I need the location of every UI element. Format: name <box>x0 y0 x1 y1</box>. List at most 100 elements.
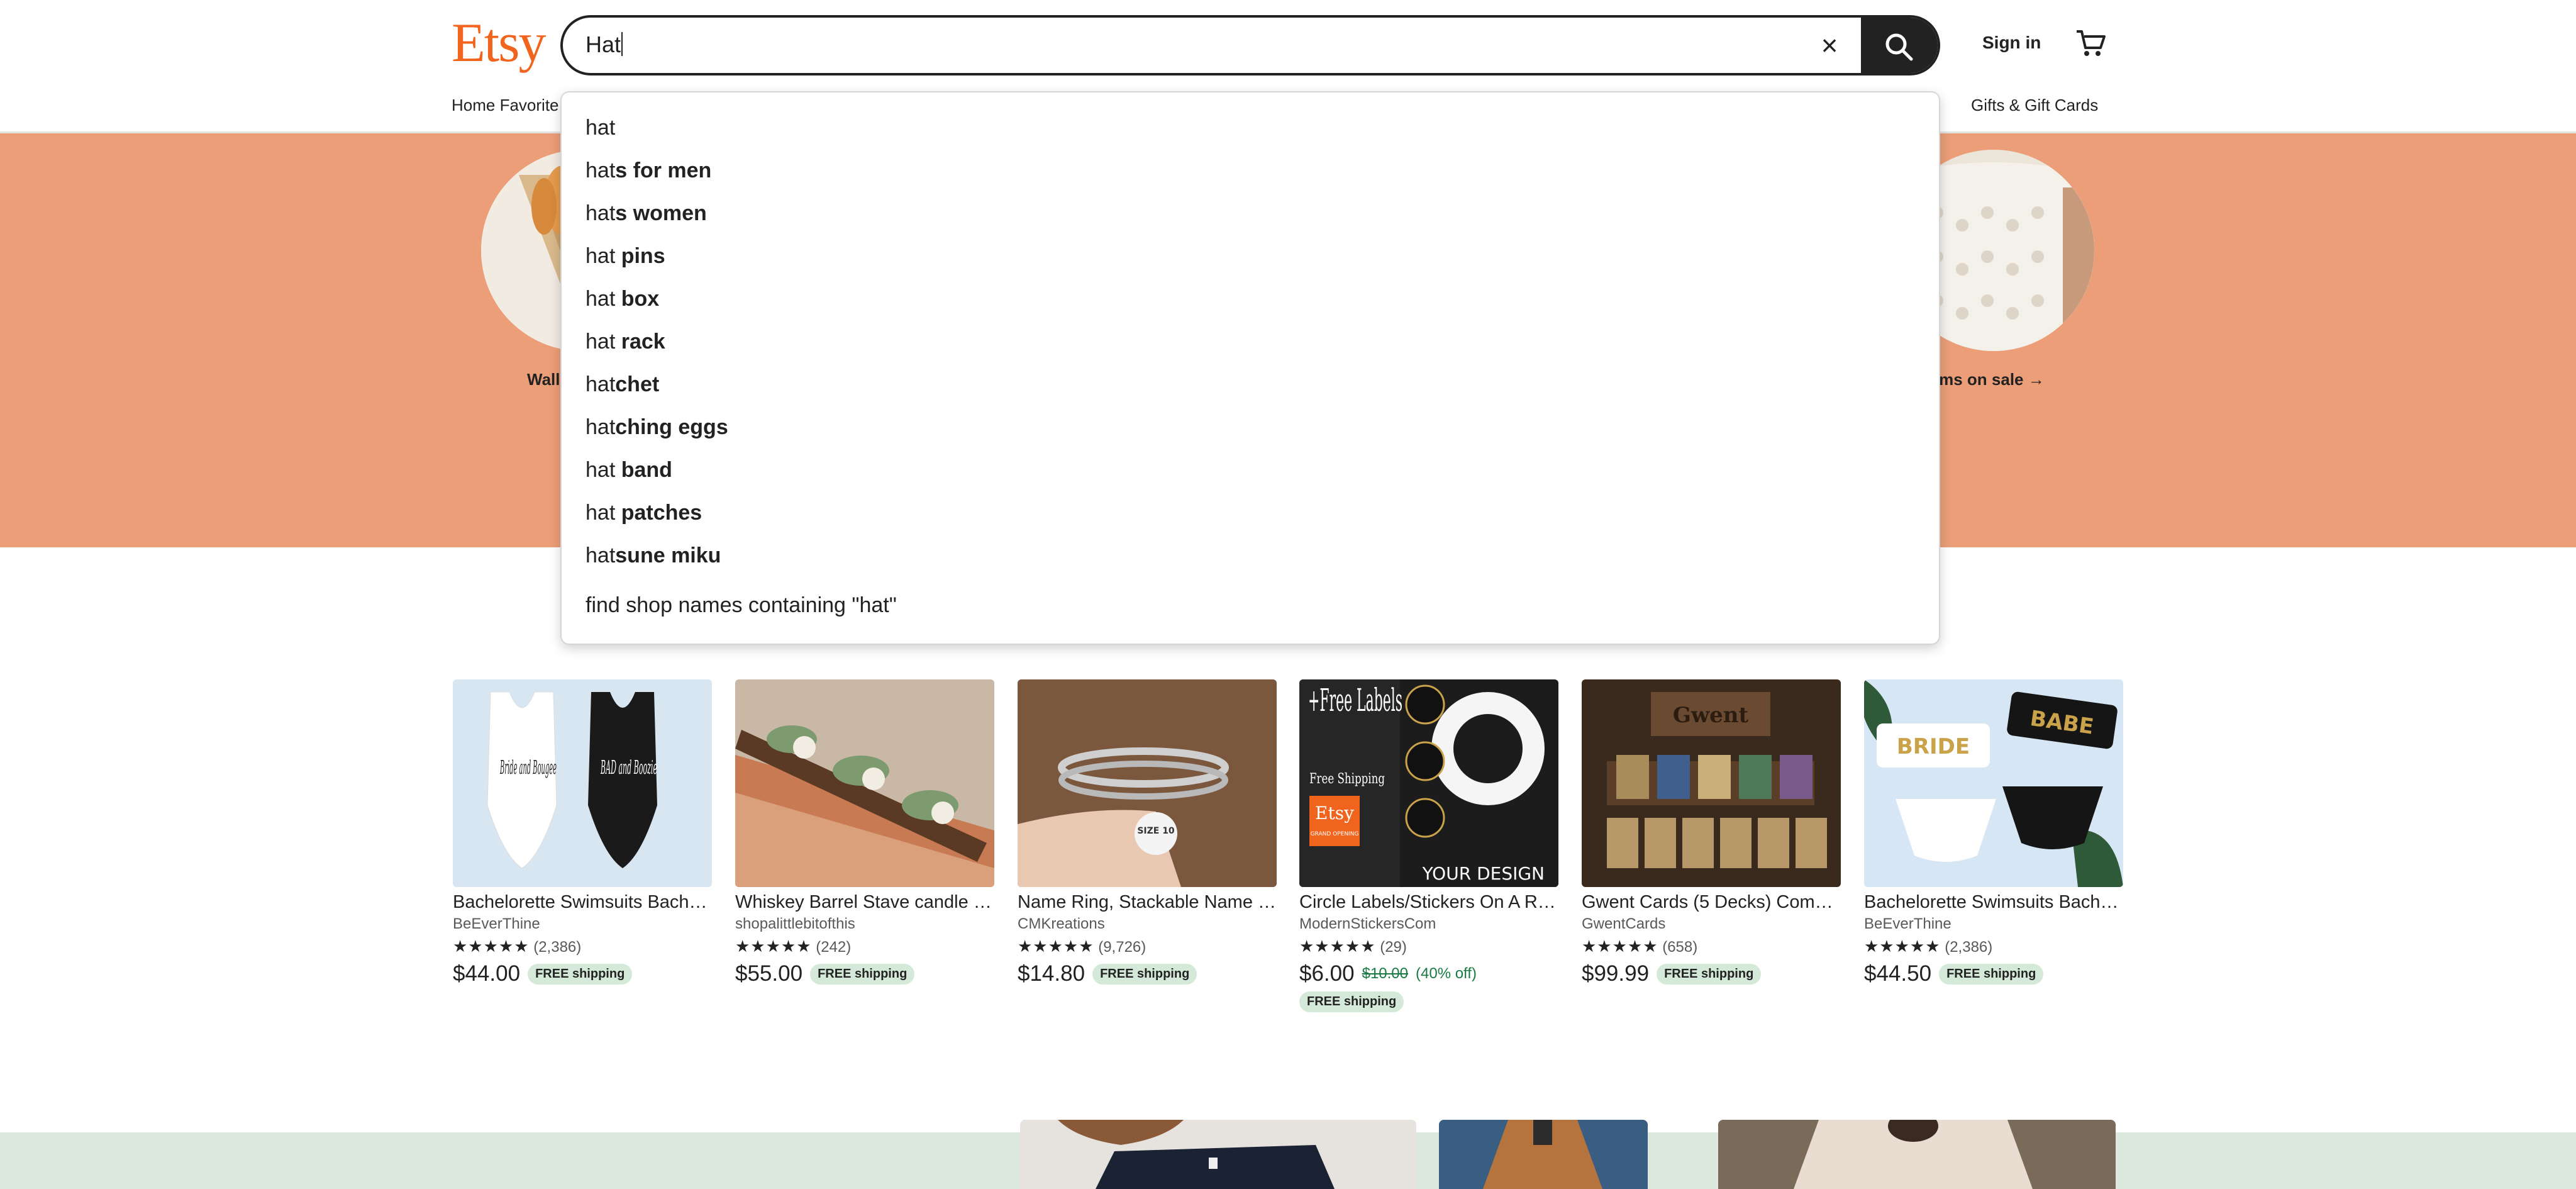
search-button[interactable] <box>1861 18 1938 73</box>
suggestion-item[interactable]: hatchet <box>586 372 659 397</box>
product-shop[interactable]: ModernStickersCom <box>1299 915 1558 933</box>
star-icons: ★★★★★ <box>1299 937 1376 956</box>
suggestion-completion: box <box>621 287 660 311</box>
search-input[interactable]: Hat <box>586 31 623 58</box>
suggestion-item[interactable]: hatching eggs <box>586 415 728 440</box>
product-card[interactable]: BRIDE BABE Bachelorette Swimsuits Bach… … <box>1864 679 2123 986</box>
sign-in-link[interactable]: Sign in <box>1982 33 2041 53</box>
suggestion-item[interactable]: hats women <box>586 201 707 226</box>
suggestion-item[interactable]: hat patches <box>586 501 702 525</box>
free-shipping-badge: FREE shipping <box>1939 963 2044 985</box>
arrow-right-icon: → <box>2028 370 2045 389</box>
suggestion-prefix: hat <box>586 244 621 268</box>
product-shop[interactable]: shopalittlebitofthis <box>735 915 994 933</box>
suggestion-prefix: hat <box>586 415 616 439</box>
circle-labels-picture: +Free Labels Free Shipping Etsy GRAND OP… <box>1299 679 1558 887</box>
product-card[interactable]: Whiskey Barrel Stave candle … shopalittl… <box>735 679 994 986</box>
text-caret <box>621 32 623 56</box>
discount-percent: (40% off) <box>1416 965 1477 982</box>
product-image[interactable]: SIZE 10 <box>1018 679 1277 887</box>
suggestion-item[interactable]: hat band <box>586 458 672 483</box>
suggestion-prefix: hat <box>586 544 616 567</box>
free-shipping-badge: FREE shipping <box>528 963 633 985</box>
product-shop[interactable]: CMKreations <box>1018 915 1277 933</box>
product-title[interactable]: Gwent Cards (5 Decks) Com… <box>1582 892 1841 913</box>
price-row: $14.80 FREE shipping <box>1018 961 1277 986</box>
product-title[interactable]: Name Ring, Stackable Name … <box>1018 892 1277 913</box>
product-image[interactable] <box>735 679 994 887</box>
product-card[interactable]: Bride and Bougee BAD and Boozie Bachelor… <box>453 679 712 986</box>
product-title[interactable]: Circle Labels/Stickers On A R… <box>1299 892 1558 913</box>
nav-item-home-favorites[interactable]: Home Favorite <box>452 96 559 115</box>
suggestion-item[interactable]: hats for men <box>586 159 711 183</box>
product-image[interactable]: +Free Labels Free Shipping Etsy GRAND OP… <box>1299 679 1558 887</box>
price-row: $44.50 FREE shipping <box>1864 961 2123 986</box>
size-tag-text: SIZE 10 <box>1137 826 1175 836</box>
product-price: $6.00 <box>1299 961 1355 986</box>
product-title[interactable]: Bachelorette Swimsuits Bach… <box>453 892 712 913</box>
suggestion-completion: s for men <box>615 159 712 182</box>
product-image[interactable]: BRIDE BABE <box>1864 679 2123 887</box>
swimsuits-picture: Bride and Bougee BAD and Boozie <box>453 679 712 887</box>
etsy-logo[interactable]: Etsy <box>452 11 546 75</box>
knitwear-image[interactable] <box>1718 1120 2116 1189</box>
suggestion-item[interactable]: hat box <box>586 287 659 311</box>
suggestion-item[interactable]: hat rack <box>586 330 665 354</box>
coat-image[interactable] <box>1439 1120 1648 1189</box>
free-shipping-badge: FREE shipping <box>810 963 915 985</box>
etsy-badge-text: Etsy <box>1315 803 1354 823</box>
suggestion-prefix: hat <box>586 458 621 482</box>
product-shop[interactable]: GwentCards <box>1582 915 1841 933</box>
clear-search-button[interactable]: × <box>1814 30 1845 60</box>
original-price: $10.00 <box>1362 965 1408 982</box>
suggestion-completion: s women <box>615 201 707 225</box>
review-count: (9,726) <box>1098 939 1146 956</box>
shipping-row: FREE shipping <box>1299 991 1558 1012</box>
suggestion-completion: band <box>621 458 672 482</box>
suggestion-completion: pins <box>621 244 665 268</box>
find-shop-names-link[interactable]: find shop names containing "hat" <box>586 593 897 618</box>
product-image[interactable]: Gwent <box>1582 679 1841 887</box>
suggestion-completion: ching eggs <box>615 415 728 439</box>
free-shipping-badge: FREE shipping <box>1092 963 1197 985</box>
star-icons: ★★★★★ <box>1582 937 1658 956</box>
hat-tshirt-image[interactable] <box>1020 1120 1416 1189</box>
product-card[interactable]: SIZE 10 Name Ring, Stackable Name … CMKr… <box>1018 679 1277 986</box>
product-title[interactable]: Whiskey Barrel Stave candle … <box>735 892 994 913</box>
product-card[interactable]: Gwent Gwent Cards (5 Decks) Com… GwentCa… <box>1582 679 1841 986</box>
product-price: $44.00 <box>453 961 521 986</box>
product-image[interactable]: Bride and Bougee BAD and Boozie <box>453 679 712 887</box>
coat-picture <box>1439 1120 1648 1189</box>
suggestion-completion: sune miku <box>615 544 721 567</box>
price-row: $44.00 FREE shipping <box>453 961 712 986</box>
suggestion-item[interactable]: hat pins <box>586 244 665 269</box>
suggestion-prefix: hat <box>586 501 621 525</box>
product-rating: ★★★★★ (242) <box>735 937 994 956</box>
star-icons: ★★★★★ <box>453 937 530 956</box>
product-card[interactable]: +Free Labels Free Shipping Etsy GRAND OP… <box>1299 679 1558 1012</box>
review-count: (2,386) <box>1945 939 1993 956</box>
search-input-value: Hat <box>586 31 621 57</box>
cart-icon[interactable] <box>2074 26 2107 59</box>
product-shop[interactable]: BeEverThine <box>453 915 712 933</box>
product-title[interactable]: Bachelorette Swimsuits Bach… <box>1864 892 2123 913</box>
suggestion-prefix: hat <box>586 372 616 396</box>
review-count: (658) <box>1662 939 1698 956</box>
price-row: $55.00 FREE shipping <box>735 961 994 986</box>
suggestion-item[interactable]: hat <box>586 116 615 140</box>
star-icons: ★★★★★ <box>1864 937 1941 956</box>
suggestion-item[interactable]: hatsune miku <box>586 544 721 568</box>
hero-label-wall[interactable]: Wall <box>527 370 560 389</box>
hero-label-sale[interactable]: tems on sale → <box>1924 370 2045 389</box>
product-shop[interactable]: BeEverThine <box>1864 915 2123 933</box>
free-shipping-badge: FREE shipping <box>1657 963 1762 985</box>
product-price: $55.00 <box>735 961 803 986</box>
product-rating: ★★★★★ (2,386) <box>453 937 712 956</box>
product-rating: ★★★★★ (658) <box>1582 937 1841 956</box>
candle-holder-picture <box>735 679 994 887</box>
suggestion-prefix: hat <box>586 201 616 225</box>
nav-item-gifts[interactable]: Gifts & Gift Cards <box>1971 96 2098 115</box>
hat-tshirt-picture <box>1020 1120 1416 1189</box>
knitwear-picture <box>1718 1120 2116 1189</box>
search-bar[interactable]: Hat × <box>560 15 1940 75</box>
